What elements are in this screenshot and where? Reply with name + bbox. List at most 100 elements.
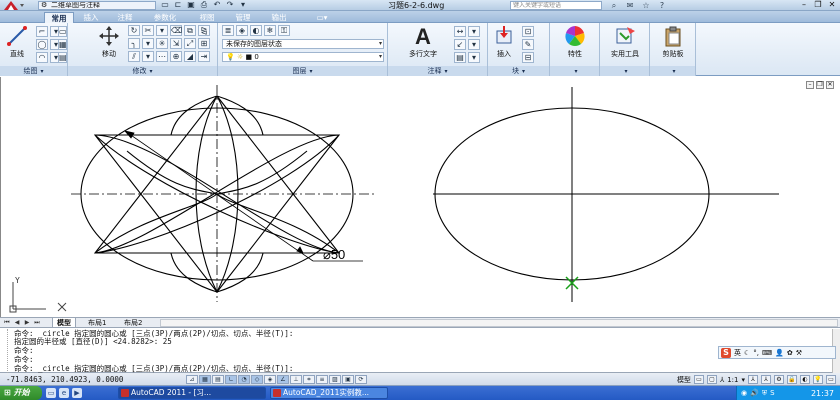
tools-icon[interactable]: ⚒ — [796, 349, 802, 357]
moon-icon[interactable]: ☾ — [744, 349, 750, 357]
layer-freeze-icon[interactable]: ❄ — [264, 25, 276, 36]
tab-annotate[interactable]: 注释 — [112, 12, 138, 23]
auto-scale-icon[interactable]: ⅄ — [761, 375, 771, 384]
keyboard-icon[interactable]: ⌨ — [762, 349, 772, 357]
help-icon[interactable]: ? — [656, 0, 668, 11]
undo-icon[interactable]: ↶ — [212, 0, 222, 10]
create-block-icon[interactable]: ⊡ — [522, 26, 534, 37]
minimize-icon[interactable]: – — [798, 0, 810, 10]
isolate-objects-icon[interactable]: 💡 — [813, 375, 823, 384]
transparency-icon[interactable]: ▨ — [329, 375, 341, 384]
table-insert-icon[interactable]: ▤ — [454, 52, 466, 63]
annotation-visibility-icon[interactable]: ⅄ — [748, 375, 758, 384]
redo-icon[interactable]: ↷ — [225, 0, 235, 10]
polyline-icon[interactable]: ⌐ — [36, 26, 48, 37]
erase-icon[interactable]: ⌫ — [170, 25, 182, 36]
layer-properties-icon[interactable]: ≣ — [222, 25, 234, 36]
search-input[interactable]: 键入关键字或短语 — [510, 1, 602, 10]
favorites-icon[interactable]: ☆ — [640, 0, 652, 11]
horizontal-scrollbar[interactable] — [160, 319, 838, 327]
block-panel-label[interactable]: 块 ▾ — [488, 66, 549, 76]
explode-icon[interactable]: ✳ — [156, 38, 168, 49]
linear-dimension-icon[interactable]: ↔ — [454, 26, 466, 37]
tab-home[interactable]: 常用 — [44, 12, 74, 23]
quick-properties-icon[interactable]: ▣ — [342, 375, 354, 384]
annotation-scale-value[interactable]: 1:1 — [727, 376, 738, 384]
dimension-dropdown-icon[interactable]: ▾ — [468, 26, 480, 37]
move-button[interactable]: 移动 — [94, 25, 124, 59]
3d-object-snap-icon[interactable]: ◈ — [264, 375, 276, 384]
tab-manage[interactable]: 管理 — [230, 12, 256, 23]
command-window-grip[interactable] — [2, 329, 8, 373]
block-attribute-icon[interactable]: ⊟ — [522, 52, 534, 63]
ribbon-minimize-icon[interactable]: ▭▾ — [312, 12, 332, 23]
restore-icon[interactable]: ❐ — [812, 0, 824, 10]
workspace-switching-icon[interactable]: ⚙ — [774, 375, 784, 384]
hatch-icon[interactable]: ▦ — [58, 39, 67, 50]
punctuation-icon[interactable]: °, — [753, 349, 759, 357]
clipboard-panel-label[interactable]: ▾ — [650, 66, 695, 76]
layer-isolate-icon[interactable]: ◐ — [250, 25, 262, 36]
layer-lock-icon[interactable]: ⚿ — [278, 25, 290, 36]
modify-panel-label[interactable]: 修改 ▾ — [68, 66, 217, 76]
copy-icon[interactable]: ⧉ — [184, 25, 196, 36]
fillet-dropdown-icon[interactable]: ▾ — [142, 38, 154, 49]
last-layout-icon[interactable]: ⏭ — [32, 318, 42, 328]
offset-icon[interactable]: ⫽ — [128, 51, 140, 62]
tab-model[interactable]: 模型 — [52, 318, 76, 328]
object-snap-tracking-icon[interactable]: ∠ — [277, 375, 289, 384]
hardware-acceleration-icon[interactable]: ◐ — [800, 375, 810, 384]
next-layout-icon[interactable]: ▶ — [22, 318, 32, 328]
tab-output[interactable]: 输出 — [266, 12, 292, 23]
break-icon[interactable]: ⋯ — [156, 51, 168, 62]
command-prompt-line[interactable]: 命令: _circle 指定圆的圆心或 [三点(3P)/两点(2P)/切点、切点… — [14, 364, 293, 373]
dimension-label[interactable]: ⌀50 — [323, 247, 345, 262]
workspace-selector[interactable]: ⚙ 二维草图与注释 — [38, 1, 156, 10]
dynamic-ucs-icon[interactable]: ⊥ — [290, 375, 302, 384]
lengthen-icon[interactable]: ⇥ — [198, 51, 210, 62]
properties-panel-label[interactable]: ▾ — [550, 66, 599, 76]
edit-dropdown-icon[interactable]: ▾ — [142, 51, 154, 62]
open-file-icon[interactable]: ⊏ — [173, 0, 183, 10]
tab-view[interactable]: 视图 — [194, 12, 220, 23]
utilities-button[interactable]: 实用工具 — [602, 25, 648, 59]
grid-display-icon[interactable]: ▤ — [212, 375, 224, 384]
ortho-mode-icon[interactable]: ∟ — [225, 375, 237, 384]
table-icon[interactable]: ▤ — [58, 52, 67, 63]
tab-layout1[interactable]: 布局1 — [84, 318, 110, 328]
draw-panel-label[interactable]: 绘图 ▾ — [0, 66, 67, 76]
security-icon[interactable]: ⛨ — [762, 389, 767, 398]
properties-button[interactable]: 特性 — [556, 25, 594, 59]
leader-dropdown-icon[interactable]: ▾ — [468, 39, 480, 50]
communication-icon[interactable]: ✉ — [624, 0, 636, 11]
tab-layout2[interactable]: 布局2 — [120, 318, 146, 328]
snap-mode-icon[interactable]: ▦ — [199, 375, 211, 384]
qat-dropdown-icon[interactable]: ▾ — [238, 0, 248, 10]
annotation-dropdown-icon[interactable]: ▾ — [468, 52, 480, 63]
layers-panel-label[interactable]: 图层 ▾ — [218, 66, 387, 76]
selection-cycling-icon[interactable]: ⟳ — [355, 375, 367, 384]
insert-block-button[interactable]: 插入 — [490, 25, 518, 59]
lineweight-icon[interactable]: ≡ — [316, 375, 328, 384]
model-space-label[interactable]: 模型 — [677, 375, 691, 385]
join-icon[interactable]: ⊕ — [170, 51, 182, 62]
taskbar-item-tutorial[interactable]: AutoCAD_2011实例教... — [270, 387, 388, 399]
ime-toolbar[interactable]: S 英 ☾ °, ⌨ 👤 ✿ ⚒ — [718, 346, 836, 359]
object-snap-icon[interactable]: ◇ — [251, 375, 263, 384]
rotate-icon[interactable]: ↻ — [128, 25, 140, 36]
scale-icon[interactable]: ⤢ — [184, 38, 196, 49]
browser-icon[interactable]: e — [59, 388, 69, 398]
coordinate-readout[interactable]: -71.8463, 210.4923, 0.0000 — [6, 373, 123, 386]
annotation-panel-label[interactable]: 注释 ▾ — [388, 66, 487, 76]
lock-icon[interactable]: 🔒 — [787, 375, 797, 384]
polar-tracking-icon[interactable]: ◔ — [238, 375, 250, 384]
layer-state-icon[interactable]: ◈ — [236, 25, 248, 36]
rectangle-icon[interactable]: ▭ — [58, 26, 67, 37]
array-icon[interactable]: ⊞ — [198, 38, 210, 49]
first-layout-icon[interactable]: ⏮ — [2, 318, 12, 328]
layer-dropdown[interactable]: 💡 ☼ ■ 0 ▾ — [222, 52, 384, 62]
new-file-icon[interactable]: ▭ — [160, 0, 170, 10]
media-icon[interactable]: ▶ — [72, 388, 82, 398]
trim-icon[interactable]: ✂ — [142, 25, 154, 36]
prev-layout-icon[interactable]: ◀ — [12, 318, 22, 328]
